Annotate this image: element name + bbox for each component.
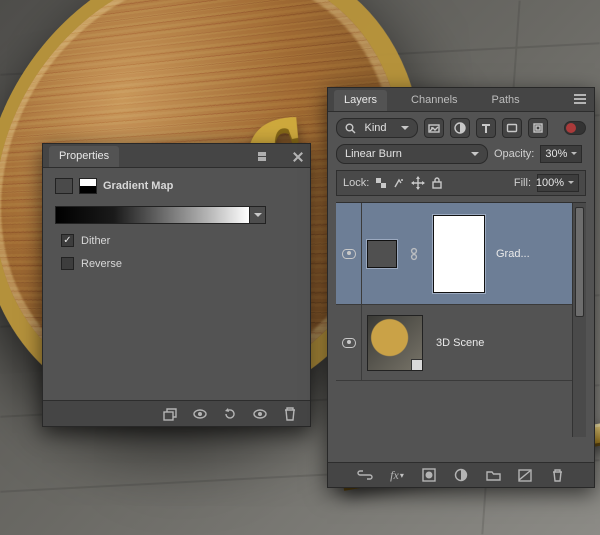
filter-adjust-icon[interactable] (450, 118, 470, 138)
reverse-row[interactable]: Reverse (61, 257, 298, 270)
layers-header: Layers Channels Paths (328, 88, 594, 112)
properties-header: Properties (43, 144, 310, 168)
reset-icon[interactable] (222, 406, 238, 422)
trash-icon[interactable] (282, 406, 298, 422)
scrollbar[interactable] (572, 203, 586, 437)
gradient-picker[interactable] (55, 206, 298, 224)
adjustment-thumb[interactable] (367, 240, 397, 268)
filter-kind-label: Kind (364, 122, 386, 134)
layer-thumb-icon[interactable] (55, 178, 73, 194)
layer-filter-row: Kind (336, 118, 586, 138)
lock-label: Lock: (343, 177, 369, 189)
fill-input[interactable]: 100% (537, 174, 579, 192)
link-layers-icon[interactable] (357, 467, 373, 483)
link-mask-icon[interactable] (408, 247, 422, 261)
close-icon[interactable] (292, 151, 304, 163)
opacity-input[interactable]: 30% (540, 145, 582, 163)
new-group-icon[interactable] (485, 467, 501, 483)
layer-list: Grad... 3D Scene (336, 202, 586, 437)
gradient-dropdown-icon[interactable] (250, 206, 266, 224)
new-layer-icon[interactable] (517, 467, 533, 483)
gradient-map-icon[interactable] (79, 178, 97, 194)
layers-panel: Layers Channels Paths Kind Linear Burn O… (327, 87, 595, 488)
reverse-checkbox[interactable] (61, 257, 74, 270)
blend-opacity-row: Linear Burn Opacity: 30% (336, 144, 586, 164)
visibility-toggle[interactable] (342, 249, 356, 259)
filter-kind-select[interactable]: Kind (336, 118, 418, 138)
scrollbar-thumb[interactable] (575, 207, 584, 317)
filter-shape-icon[interactable] (502, 118, 522, 138)
blend-mode-select[interactable]: Linear Burn (336, 144, 488, 164)
properties-tab[interactable]: Properties (49, 146, 119, 167)
dither-label: Dither (81, 235, 110, 247)
gradient-swatch[interactable] (55, 206, 250, 224)
layer-mask-thumb[interactable] (433, 215, 485, 293)
collapse-icon[interactable] (258, 150, 272, 164)
tab-paths[interactable]: Paths (482, 90, 530, 111)
properties-footer (43, 400, 310, 426)
view-previous-icon[interactable] (192, 406, 208, 422)
tab-layers[interactable]: Layers (334, 90, 387, 111)
adjustment-title: Gradient Map (103, 180, 173, 192)
fill-label: Fill: (514, 177, 531, 189)
lock-fill-row: Lock: Fill: 100% (336, 170, 586, 196)
reverse-label: Reverse (81, 258, 122, 270)
layer-row-3d-scene[interactable]: 3D Scene (336, 305, 586, 381)
layer-row-gradient-map[interactable]: Grad... (336, 203, 586, 305)
blend-mode-value: Linear Burn (345, 148, 402, 160)
delete-layer-icon[interactable] (549, 467, 565, 483)
filter-pixel-icon[interactable] (424, 118, 444, 138)
lock-transparency-icon[interactable] (375, 177, 387, 189)
new-adjustment-icon[interactable] (453, 467, 469, 483)
layer-thumb[interactable] (367, 315, 423, 371)
filter-type-icon[interactable] (476, 118, 496, 138)
layer-style-icon[interactable]: fx▾ (389, 467, 405, 483)
opacity-label: Opacity: (494, 148, 534, 160)
dither-row[interactable]: ✓ Dither (61, 234, 298, 247)
3d-badge-icon (411, 359, 423, 371)
clip-to-layer-icon[interactable] (162, 406, 178, 422)
layer-name[interactable]: 3D Scene (436, 337, 586, 349)
add-mask-icon[interactable] (421, 467, 437, 483)
search-icon (345, 123, 356, 134)
dither-checkbox[interactable]: ✓ (61, 234, 74, 247)
visibility-toggle[interactable] (342, 338, 356, 348)
filter-smart-icon[interactable] (528, 118, 548, 138)
lock-image-icon[interactable] (393, 177, 405, 189)
lock-all-icon[interactable] (431, 176, 443, 190)
toggle-visibility-icon[interactable] (252, 406, 268, 422)
adjustment-title-row: Gradient Map (55, 178, 298, 194)
layers-footer: fx▾ (328, 462, 594, 487)
tab-channels[interactable]: Channels (401, 90, 467, 111)
panel-menu-icon[interactable] (574, 94, 588, 108)
properties-panel: Properties Gradient Map ✓ Dither Reverse (42, 143, 311, 427)
filter-toggle[interactable] (564, 121, 586, 135)
lock-position-icon[interactable] (411, 176, 425, 190)
